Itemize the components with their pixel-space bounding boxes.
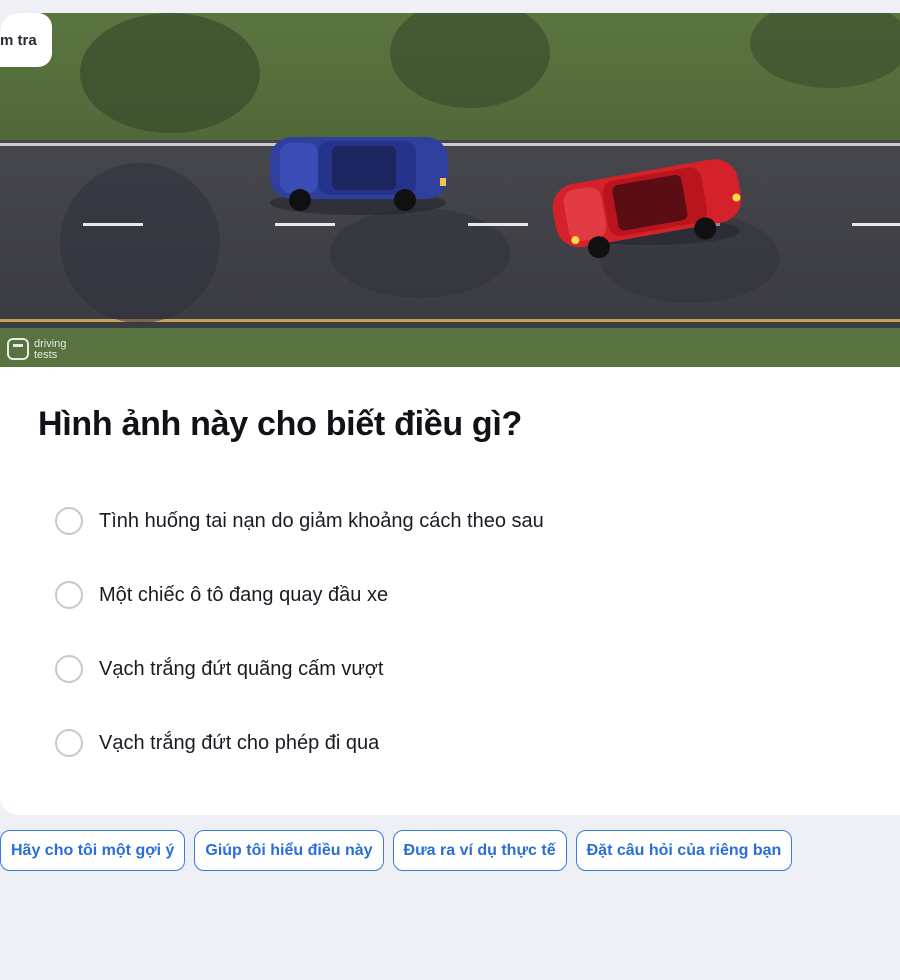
radio-button[interactable] [55,655,83,683]
radio-button[interactable] [55,581,83,609]
explain-button[interactable]: Giúp tôi hiểu điều này [194,830,384,871]
blue-car-icon [270,137,448,215]
example-button[interactable]: Đưa ra ví dụ thực tế [392,830,567,871]
answer-option-2[interactable]: Một chiếc ô tô đang quay đầu xe [55,572,835,618]
radio-button[interactable] [55,507,83,535]
svg-text:tests: tests [34,349,58,361]
radio-button[interactable] [55,729,83,757]
question-card: driving tests m tra Hình ảnh này cho biế… [0,13,900,815]
answer-option-1[interactable]: Tình huống tai nạn do giảm khoảng cách t… [55,498,835,544]
answer-option-3[interactable]: Vạch trắng đứt quãng cấm vượt [55,646,835,692]
answer-option-4[interactable]: Vạch trắng đứt cho phép đi qua [55,720,835,766]
check-button[interactable]: m tra [0,13,52,67]
assistant-suggestions: Hãy cho tôi một gợi ý Giúp tôi hiểu điều… [0,830,793,871]
question-title: Hình ảnh này cho biết điều gì? [38,405,523,443]
check-button-label: m tra [0,31,37,49]
answer-option-label: Vạch trắng đứt cho phép đi qua [99,731,380,754]
answer-options: Tình huống tai nạn do giảm khoảng cách t… [55,498,835,794]
answer-option-label: Một chiếc ô tô đang quay đầu xe [99,583,389,606]
ask-own-question-button[interactable]: Đặt câu hỏi của riêng bạn [575,830,793,871]
road-scene-illustration: driving tests [0,13,900,367]
hint-button[interactable]: Hãy cho tôi một gợi ý [0,830,186,871]
answer-option-label: Vạch trắng đứt quãng cấm vượt [99,657,384,680]
question-image: driving tests m tra [0,13,900,367]
answer-option-label: Tình huống tai nạn do giảm khoảng cách t… [99,509,544,532]
